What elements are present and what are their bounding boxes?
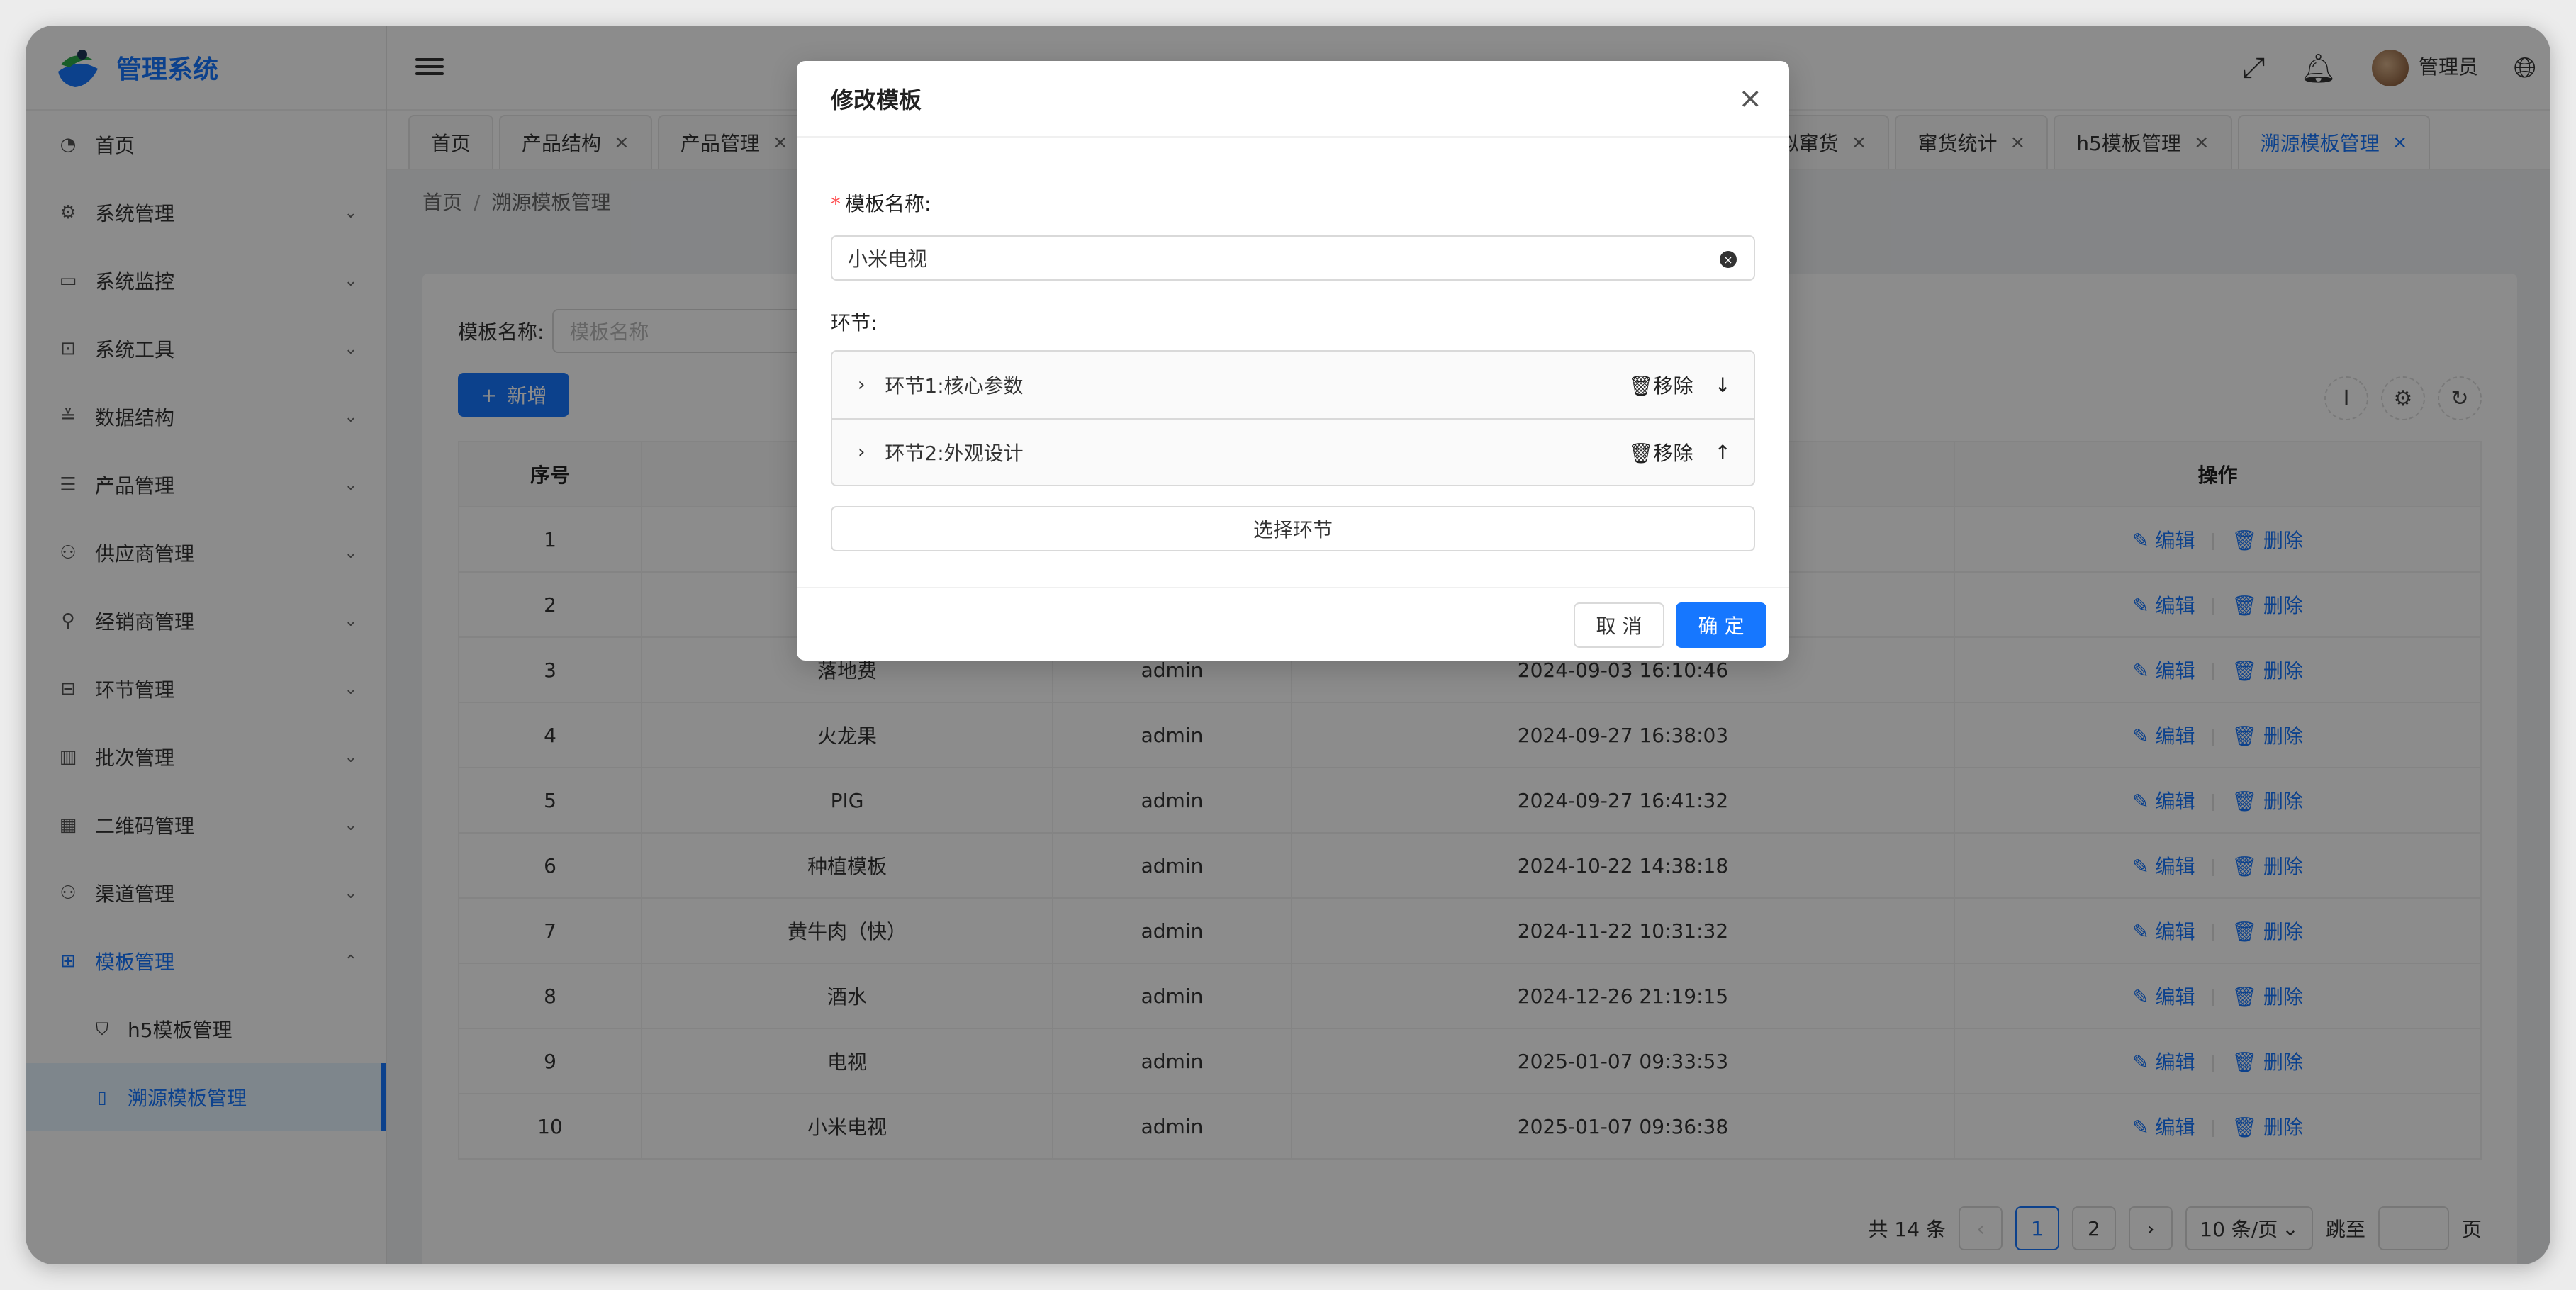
template-name-label: * 模板名称: xyxy=(831,189,931,217)
stage-actions: 🗑︎移除 ↓ xyxy=(1628,371,1731,399)
required-mark: * xyxy=(831,192,841,215)
arrow-down-icon[interactable]: ↓ xyxy=(1715,374,1731,397)
stage-panel[interactable]: › 环节1:核心参数 🗑︎移除 ↓ xyxy=(832,352,1754,418)
arrow-up-icon[interactable]: ↑ xyxy=(1715,441,1731,464)
select-stage-button[interactable]: 选择环节 xyxy=(831,506,1755,551)
modal-footer: 取 消 确 定 xyxy=(797,587,1789,661)
stage-actions: 🗑︎移除 ↑ xyxy=(1628,438,1731,466)
stage-panel[interactable]: › 环节2:外观设计 🗑︎移除 ↑ xyxy=(832,418,1754,485)
chevron-right-icon[interactable]: › xyxy=(858,442,865,463)
cancel-button[interactable]: 取 消 xyxy=(1574,602,1664,648)
template-name-label-text: 模板名称: xyxy=(845,192,931,215)
stages-label: 环节: xyxy=(831,311,878,335)
stage-label: 环节2:外观设计 xyxy=(885,442,1024,465)
stage-label: 环节1:核心参数 xyxy=(885,374,1024,398)
chevron-right-icon[interactable]: › xyxy=(858,374,865,396)
template-name-input[interactable]: 小米电视 × xyxy=(831,235,1755,281)
app-window: 管理系统 ◔ 首页 ⚙ 系统管理 ⌄ ▭ 系统监控 ⌄ ⊡ 系统工具 ⌄ ≚ 数据结构 ⌄ ☰ 产品管理 ⌄ ⚇ 供… xyxy=(26,26,2550,1264)
trash-icon: 🗑︎ xyxy=(1628,442,1654,465)
trash-icon: 🗑︎ xyxy=(1628,374,1654,398)
stage-collapse: › 环节1:核心参数 🗑︎移除 ↓ › 环节2:外观设计 🗑︎移除 ↑ xyxy=(831,350,1755,486)
confirm-button[interactable]: 确 定 xyxy=(1676,602,1766,648)
edit-template-modal: 修改模板 × * 模板名称: 小米电视 × 环节: › 环节1:核心参数 🗑︎移除… xyxy=(797,61,1789,661)
close-icon[interactable]: × xyxy=(1738,82,1762,115)
remove-stage-button[interactable]: 🗑︎移除 xyxy=(1628,371,1693,399)
remove-label: 移除 xyxy=(1653,374,1693,398)
clear-icon[interactable]: × xyxy=(1720,251,1737,268)
remove-label: 移除 xyxy=(1653,442,1693,465)
modal-title: 修改模板 xyxy=(797,61,1789,138)
template-name-value: 小米电视 xyxy=(848,247,928,271)
remove-stage-button[interactable]: 🗑︎移除 xyxy=(1628,438,1693,466)
